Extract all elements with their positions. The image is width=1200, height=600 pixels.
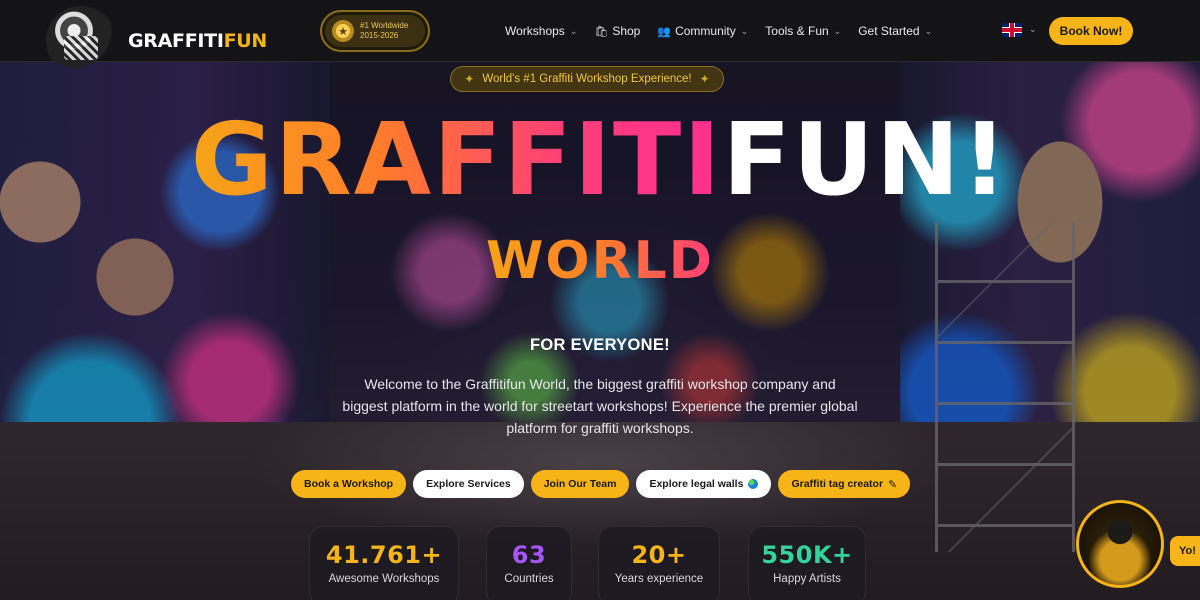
logo-mascot-icon: [46, 6, 116, 76]
stat-card-countries: 63 Countries: [486, 526, 572, 600]
nav-get-started-label: Get Started: [858, 24, 920, 38]
nav-workshops-label: Workshops: [505, 24, 565, 38]
book-now-button[interactable]: Book Now!: [1049, 17, 1133, 45]
logo[interactable]: GRAFFITIFUN: [46, 6, 267, 76]
nav-shop[interactable]: 🛍 Shop: [594, 24, 640, 38]
nav-get-started[interactable]: Get Started ⌄: [858, 24, 932, 38]
award-line-1: #1 Worldwide: [360, 21, 409, 30]
hero-subtitle-text: WORLD: [486, 231, 714, 291]
join-team-label: Join Our Team: [543, 478, 617, 490]
book-workshop-button[interactable]: Book a Workshop: [291, 470, 407, 498]
stat-label: Countries: [504, 573, 554, 585]
medal-icon: ★: [332, 20, 354, 42]
uk-flag-icon[interactable]: [1002, 23, 1022, 37]
award-line-2: 2015-2026: [360, 31, 399, 40]
explore-legal-walls-button[interactable]: Explore legal walls: [636, 470, 772, 498]
stat-card-workshops: 41.761+ Awesome Workshops: [309, 526, 459, 600]
nav-community-label: Community: [675, 24, 736, 38]
explore-legal-walls-label: Explore legal walls: [649, 478, 744, 490]
chevron-down-icon: ⌄: [833, 25, 842, 36]
nav-tools-fun[interactable]: Tools & Fun ⌄: [765, 24, 841, 38]
book-workshop-label: Book a Workshop: [304, 478, 394, 490]
sparkle-icon: ✦: [464, 72, 475, 86]
stat-card-artists: 550K+ Happy Artists: [748, 526, 866, 600]
hero-subtitle: WORLD: [0, 235, 1200, 287]
tag-creator-button[interactable]: Graffiti tag creator ✎: [778, 470, 911, 498]
language-chevron-down-icon[interactable]: ⌄: [1029, 24, 1037, 35]
users-icon: 👥: [657, 25, 672, 38]
nav-shop-label: Shop: [612, 24, 641, 38]
logo-text-yellow: FUN: [223, 30, 268, 52]
sparkle-icon: ✦: [699, 72, 710, 86]
chevron-down-icon: ⌄: [924, 25, 933, 36]
hero-title-part-1: GRAFFITI: [190, 101, 723, 218]
hero-title-part-2: FUN!: [722, 101, 1010, 218]
award-badge: ★ #1 Worldwide 2015-2026: [320, 10, 430, 52]
bag-icon: 🛍: [594, 25, 609, 38]
logo-text-white: GRAFFITI: [128, 30, 224, 52]
stat-value: 20+: [631, 541, 687, 569]
stat-label: Awesome Workshops: [328, 573, 440, 585]
chat-bubble[interactable]: Yo!: [1170, 536, 1200, 566]
explore-services-label: Explore Services: [426, 478, 511, 490]
stat-value: 41.761+: [325, 541, 443, 569]
hero-button-row: Book a Workshop Explore Services Join Ou…: [291, 470, 911, 498]
hero-tagline: FOR EVERYONE!: [530, 336, 670, 354]
hero-description: Welcome to the Graffitifun World, the bi…: [342, 376, 858, 436]
nav-community[interactable]: 👥 Community ⌄: [657, 24, 748, 38]
main-nav: Workshops ⌄ 🛍 Shop 👥 Community ⌄ Tools &…: [505, 0, 949, 62]
site-header: GRAFFITIFUN ★ #1 Worldwide 2015-2026 Wor…: [0, 0, 1200, 76]
hero-title: GRAFFITIFUN!: [0, 110, 1200, 210]
chevron-down-icon: ⌄: [569, 25, 578, 36]
hero-badge: ✦ World's #1 Graffiti Workshop Experienc…: [450, 66, 724, 92]
tag-creator-label: Graffiti tag creator: [791, 478, 884, 490]
award-text: #1 Worldwide 2015-2026: [360, 21, 408, 41]
logo-text: GRAFFITIFUN: [128, 30, 267, 52]
join-team-button[interactable]: Join Our Team: [530, 470, 630, 498]
globe-icon: [748, 479, 759, 489]
stat-label: Years experience: [614, 573, 704, 585]
chat-avatar-button[interactable]: [1076, 500, 1164, 588]
stat-label: Happy Artists: [773, 573, 841, 585]
pencil-icon: ✎: [888, 478, 898, 491]
explore-services-button[interactable]: Explore Services: [413, 470, 524, 498]
hero-badge-text: World's #1 Graffiti Workshop Experience!: [482, 73, 692, 85]
nav-tools-fun-label: Tools & Fun: [765, 24, 829, 38]
stat-value: 550K+: [761, 541, 853, 569]
stat-value: 63: [511, 541, 547, 569]
chevron-down-icon: ⌄: [740, 25, 749, 36]
stat-card-years: 20+ Years experience: [598, 526, 720, 600]
nav-workshops[interactable]: Workshops ⌄: [505, 24, 577, 38]
